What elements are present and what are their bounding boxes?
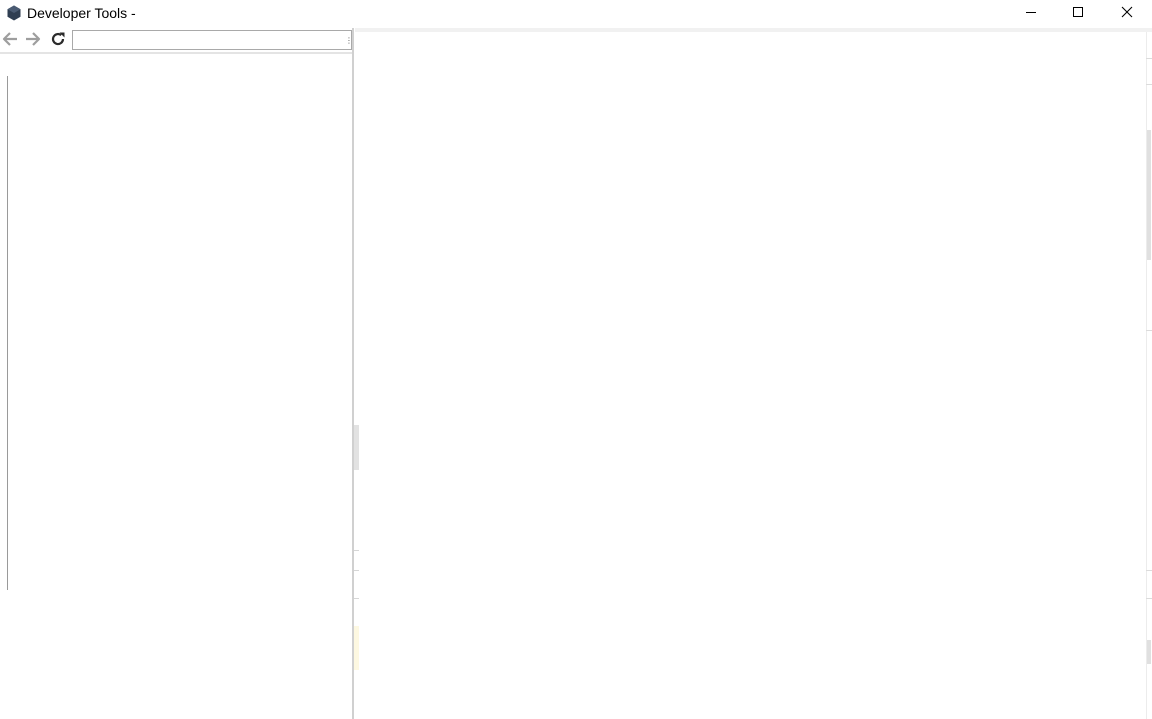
bottom-status-row — [380, 714, 1110, 719]
back-button[interactable] — [0, 31, 20, 51]
scrollbar-thumb[interactable] — [1147, 640, 1151, 664]
pane-splitter[interactable] — [352, 28, 354, 719]
tree-guide-line — [7, 76, 8, 590]
url-input[interactable] — [72, 30, 352, 50]
details-pane[interactable] — [359, 32, 1146, 719]
maximize-button[interactable] — [1055, 0, 1101, 28]
edge-divider — [1146, 84, 1152, 85]
devtools-window: Developer Tools - ⋮ — [0, 0, 1152, 719]
reload-icon — [50, 31, 66, 52]
forward-button[interactable] — [23, 31, 43, 51]
edge-divider — [1146, 58, 1152, 59]
maximize-icon — [1072, 5, 1084, 23]
edge-divider — [1146, 570, 1152, 571]
edge-divider — [1146, 330, 1152, 331]
scrollbar-thumb[interactable] — [1147, 130, 1151, 260]
elements-tree-pane[interactable] — [0, 54, 352, 719]
edge-divider — [1146, 598, 1152, 599]
hexagon-app-icon — [6, 5, 22, 21]
arrow-left-icon — [2, 31, 18, 52]
window-title: Developer Tools - — [27, 5, 136, 21]
close-button[interactable] — [1104, 0, 1150, 28]
close-icon — [1121, 5, 1133, 23]
arrow-right-icon — [25, 31, 41, 52]
title-bar[interactable]: Developer Tools - — [0, 0, 1152, 28]
minimize-button[interactable] — [1008, 0, 1054, 28]
minimize-icon — [1025, 5, 1037, 23]
reload-button[interactable] — [48, 31, 68, 51]
